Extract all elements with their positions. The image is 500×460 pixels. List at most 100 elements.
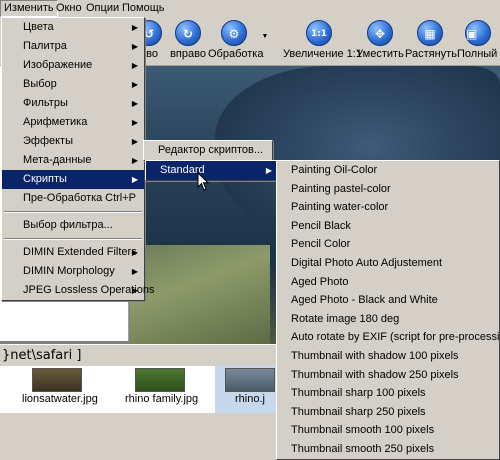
menu-item-label: Thumbnail sharp 250 pixels xyxy=(291,405,426,418)
menu-item-script[interactable]: Thumbnail smooth 250 pixels xyxy=(277,440,499,459)
submenu-arrow-icon: ▶ xyxy=(131,286,138,295)
menu-item-colors[interactable]: Цвета ▶ xyxy=(2,18,144,37)
menu-item-script[interactable]: Pencil Black xyxy=(277,217,499,236)
menu-item-label: Thumbnail with shadow 250 pixels xyxy=(291,368,459,381)
submenu-arrow-icon: ▶ xyxy=(131,80,138,89)
gear-icon: ⚙ xyxy=(221,20,247,46)
menu-item-script[interactable]: Thumbnail with shadow 100 pixels xyxy=(277,347,499,366)
menu-item-script[interactable]: Thumbnail smooth 100 pixels xyxy=(277,421,499,440)
fullscreen-label: Полный эк xyxy=(457,48,500,60)
current-path: }net\safari ] xyxy=(2,348,82,363)
menu-item-script[interactable]: Painting water-color xyxy=(277,198,499,217)
processing-dropdown-arrow[interactable]: ▼ xyxy=(261,33,269,43)
menu-item-arithmetic[interactable]: Арифметика ▶ xyxy=(2,113,144,132)
menu-item-label: Thumbnail smooth 250 pixels xyxy=(291,442,435,455)
submenu-arrow-icon: ▶ xyxy=(131,175,138,184)
menu-item-label: Aged Photo xyxy=(291,275,349,288)
edit-menu: Цвета ▶ Палитра ▶ Изображение ▶ Выбор ▶ Филь… xyxy=(1,17,154,301)
menu-item-palette[interactable]: Палитра ▶ xyxy=(2,37,144,56)
menu-item-script[interactable]: Thumbnail with shadow 250 pixels xyxy=(277,366,499,385)
menu-item-label: Rotate image 180 deg xyxy=(291,312,400,325)
submenu-arrow-icon: ▶ xyxy=(131,118,138,127)
menu-item-script[interactable]: Auto rotate by EXIF (script for pre-proc… xyxy=(277,328,500,347)
menu-item-selection[interactable]: Выбор ▶ xyxy=(2,75,144,94)
menu-item-label: Painting pastel-color xyxy=(291,182,391,195)
menu-item-label: Фильтры xyxy=(23,97,68,109)
mouse-cursor-icon xyxy=(197,172,210,191)
stretch-button[interactable]: ▦ Растянуть xyxy=(405,17,457,65)
menu-item-label: DIMIN Morphology xyxy=(23,265,115,277)
menu-item-label: Pencil Color xyxy=(291,238,351,251)
submenu-arrow-icon: ▶ xyxy=(131,61,138,70)
menu-item-label: Пре-Обработка xyxy=(23,192,103,204)
menu-item-scripts[interactable]: Скрипты ▶ xyxy=(2,170,144,189)
stretch-icon: ▦ xyxy=(417,20,443,46)
submenu-arrow-icon: ▶ xyxy=(131,267,138,276)
submenu-arrow-icon: ▶ xyxy=(131,23,138,32)
menu-item-label: Pencil Black xyxy=(291,219,351,232)
menu-item-filters[interactable]: Фильтры ▶ xyxy=(2,94,144,113)
fullscreen-icon: ▣ xyxy=(465,20,491,46)
fullscreen-button[interactable]: ▣ Полный эк xyxy=(457,17,500,65)
zoom-1-1-icon: 1:1 xyxy=(306,20,332,46)
menu-bar: Изменить Окно Опции Помощь xyxy=(0,0,500,17)
menu-item-effects[interactable]: Эффекты ▶ xyxy=(2,132,144,151)
zoom-1-1-label: Увеличение 1:1 xyxy=(283,48,362,60)
menu-item-label: Painting water-color xyxy=(291,201,389,214)
menu-item-label: Выбор фильтра... xyxy=(23,219,113,231)
scripts-submenu: Редактор скриптов... xyxy=(143,140,273,161)
menu-item-filter-select[interactable]: Выбор фильтра... xyxy=(2,216,144,235)
menu-item-label: Мета-данные xyxy=(23,154,92,166)
menu-separator xyxy=(4,238,142,240)
submenu-arrow-icon: ▶ xyxy=(265,166,272,175)
menu-item-script-editor[interactable]: Редактор скриптов... xyxy=(144,141,272,160)
fit-label: Уместить xyxy=(356,48,404,60)
menu-item-standard[interactable]: Standard ▶ xyxy=(146,161,278,180)
stretch-label: Растянуть xyxy=(405,48,457,60)
menu-item-script[interactable]: Digital Photo Auto Adjustement xyxy=(277,254,499,273)
menu-item-jpeg-lossless[interactable]: JPEG Lossless Operations ▶ xyxy=(2,281,154,300)
menu-item-dimin-morphology[interactable]: DIMIN Morphology ▶ xyxy=(2,262,144,281)
zoom-1-1-button[interactable]: 1:1 Увеличение 1:1 xyxy=(283,17,362,65)
forward-button[interactable]: ↻ вправо xyxy=(168,17,208,65)
thumbnail-image xyxy=(225,368,275,392)
menu-item-label: Thumbnail smooth 100 pixels xyxy=(291,424,435,437)
menu-item-script[interactable]: Pencil Color xyxy=(277,235,499,254)
menu-separator xyxy=(4,211,142,213)
processing-button[interactable]: ⚙ Обработка xyxy=(208,17,263,65)
menu-item-script[interactable]: Thumbnail sharp 100 pixels xyxy=(277,384,499,403)
menu-item-image[interactable]: Изображение ▶ xyxy=(2,56,144,75)
menu-item-label: Скрипты xyxy=(23,173,67,185)
menu-item-dimin-extended[interactable]: DIMIN Extended Filters ▶ xyxy=(2,243,144,262)
menu-item-script[interactable]: Aged Photo xyxy=(277,273,499,292)
menu-item-preprocessing[interactable]: Пре-Обработка Ctrl+P xyxy=(2,189,144,208)
thumbnail-item[interactable]: rhino family.jpg xyxy=(125,366,199,413)
menu-item-script[interactable]: Thumbnail sharp 250 pixels xyxy=(277,403,499,422)
menu-item-label: Aged Photo - Black and White xyxy=(291,294,438,307)
submenu-arrow-icon: ▶ xyxy=(131,137,138,146)
thumbnail-item[interactable]: lionsatwater.jpg xyxy=(22,366,98,413)
menu-item-label: Цвета xyxy=(23,21,54,33)
submenu-arrow-icon: ▶ xyxy=(131,156,138,165)
menu-item-script[interactable]: Painting Oil-Color xyxy=(277,161,499,180)
thumbnail-item-selected[interactable]: rhino.j xyxy=(215,366,285,413)
menu-item-metadata[interactable]: Мета-данные ▶ xyxy=(2,151,144,170)
menu-edit[interactable]: Изменить xyxy=(0,0,58,17)
menu-options[interactable]: Опции xyxy=(83,1,122,16)
menu-item-script[interactable]: Rotate image 180 deg xyxy=(277,310,499,329)
menu-help[interactable]: Помощь xyxy=(119,1,168,16)
thumbnail-image xyxy=(135,368,185,392)
menu-window[interactable]: Окно xyxy=(53,1,85,16)
menu-item-label: Редактор скриптов... xyxy=(158,144,263,156)
menu-item-script[interactable]: Aged Photo - Black and White xyxy=(277,291,499,310)
arrow-right-icon: ↻ xyxy=(175,20,201,46)
submenu-arrow-icon: ▶ xyxy=(131,248,138,257)
thumbnail-caption: rhino family.jpg xyxy=(125,393,199,405)
fit-button[interactable]: ✥ Уместить xyxy=(356,17,404,65)
menu-item-script[interactable]: Painting pastel-color xyxy=(277,180,499,199)
forward-label: вправо xyxy=(170,48,206,60)
menu-item-label: Эффекты xyxy=(23,135,74,147)
menu-item-label: Арифметика xyxy=(23,116,88,128)
fit-icon: ✥ xyxy=(367,20,393,46)
menu-item-label: Thumbnail with shadow 100 pixels xyxy=(291,349,459,362)
